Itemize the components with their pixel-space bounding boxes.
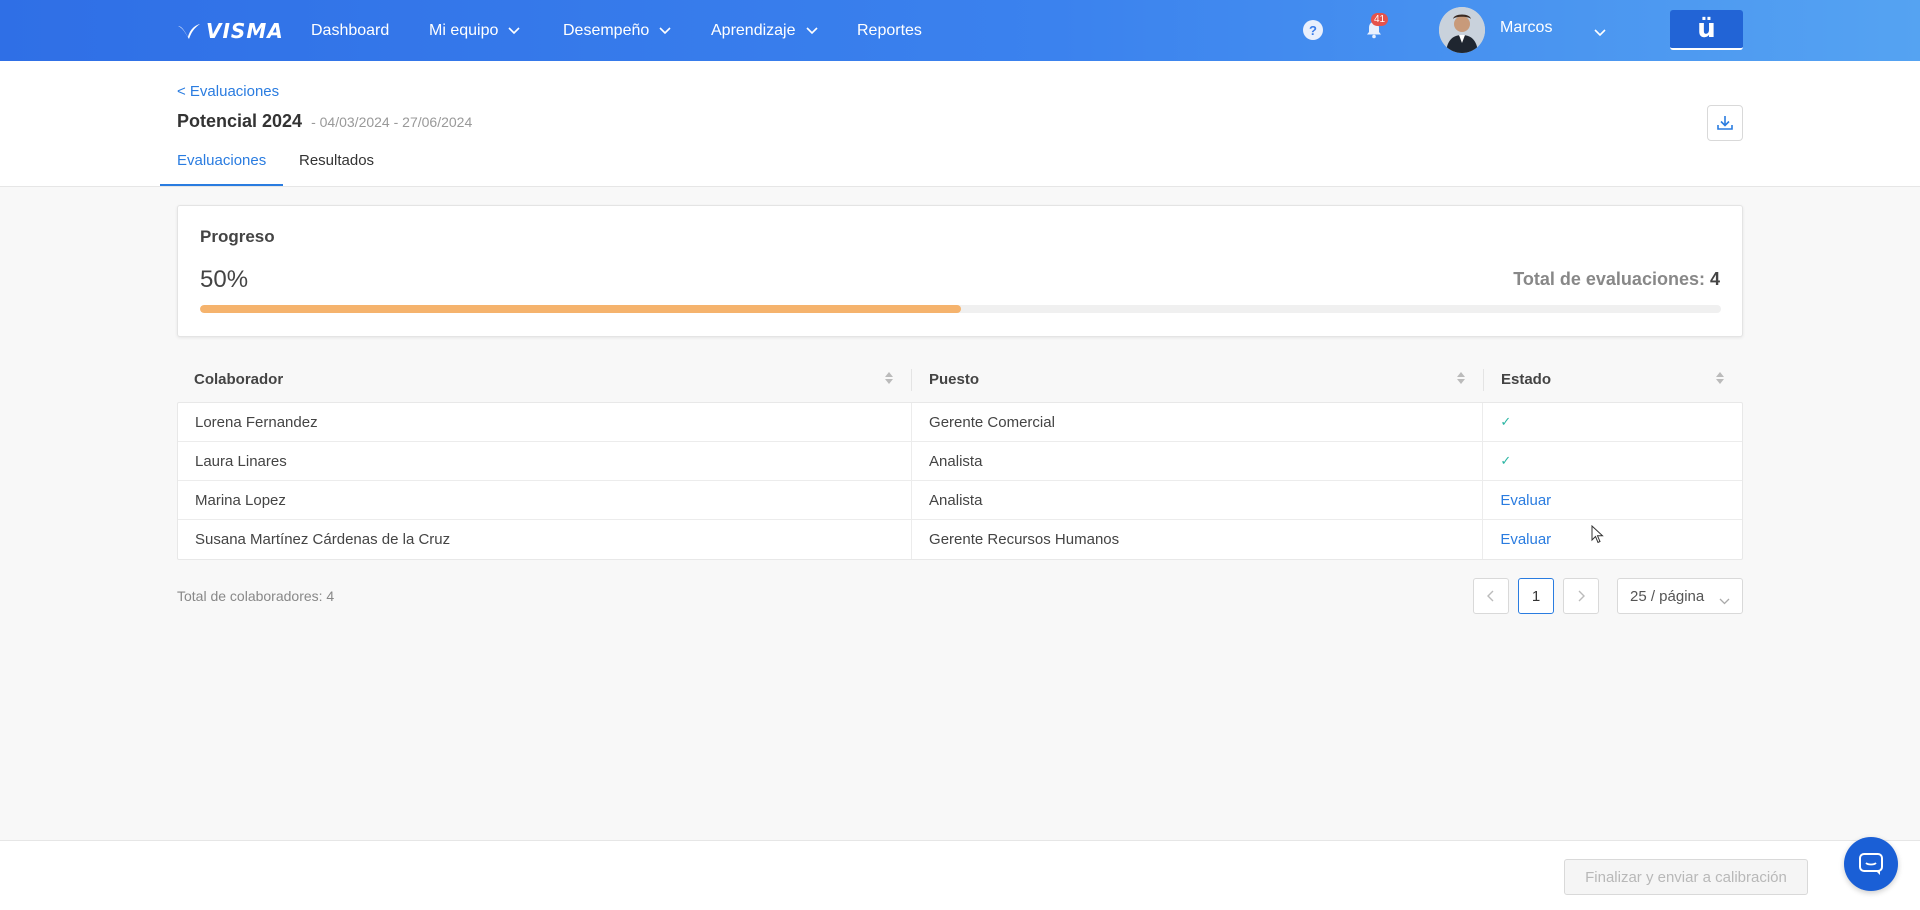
- user-name[interactable]: Marcos: [1500, 19, 1552, 37]
- cell-estado: ✓: [1483, 403, 1742, 441]
- sort-icon[interactable]: [1715, 370, 1725, 390]
- chevron-down-icon: [1719, 592, 1730, 609]
- cell-estado: Evaluar: [1483, 520, 1742, 559]
- chevron-down-icon: [508, 22, 520, 40]
- table-row: Marina Lopez Analista Evaluar: [178, 481, 1742, 520]
- cell-colaborador: Laura Linares: [178, 442, 913, 480]
- avatar[interactable]: [1439, 7, 1485, 53]
- chevron-down-icon: [805, 22, 818, 40]
- page-number-button[interactable]: 1: [1518, 578, 1554, 614]
- page-size-select[interactable]: 25 / página: [1617, 578, 1743, 614]
- total-evaluations-value: 4: [1709, 269, 1720, 289]
- total-collaborators: Total de colaboradores: 4: [177, 588, 335, 604]
- cell-puesto: Analista: [912, 481, 1484, 519]
- chevron-down-icon[interactable]: [1594, 24, 1606, 42]
- cell-estado: Evaluar: [1483, 481, 1742, 519]
- chevron-right-icon: [1578, 590, 1585, 602]
- evaluar-link[interactable]: Evaluar: [1500, 531, 1551, 548]
- table-header: Colaborador Puesto Estado: [177, 357, 1743, 402]
- column-label: Puesto: [929, 371, 980, 388]
- cell-puesto: Gerente Comercial: [912, 403, 1484, 441]
- progress-bar-track: [200, 305, 1721, 313]
- nav-reportes[interactable]: Reportes: [857, 0, 922, 61]
- cell-colaborador: Susana Martínez Cárdenas de la Cruz: [178, 520, 913, 559]
- tab-resultados[interactable]: Resultados: [299, 152, 374, 169]
- question-circle-icon[interactable]: ?: [1303, 20, 1323, 40]
- finalize-submit-button[interactable]: Finalizar y enviar a calibración: [1564, 859, 1808, 895]
- progress-card: Progreso 50% Total de evaluaciones: 4: [177, 205, 1743, 337]
- table-row: Susana Martínez Cárdenas de la Cruz Gere…: [178, 520, 1742, 559]
- back-link[interactable]: < Evaluaciones: [177, 83, 279, 100]
- nav-desempeno[interactable]: Desempeño: [563, 0, 671, 61]
- visma-logo-icon: [178, 24, 200, 39]
- nav-label: Mi equipo: [429, 21, 499, 39]
- column-header-puesto[interactable]: Puesto: [912, 357, 1484, 402]
- notification-badge: 41: [1371, 13, 1389, 26]
- nav-label: Aprendizaje: [711, 21, 796, 39]
- total-evaluations-label: Total de evaluaciones:: [1513, 269, 1705, 289]
- table-row: Laura Linares Analista ✓: [178, 442, 1742, 481]
- check-icon: ✓: [1500, 453, 1512, 468]
- cell-estado: ✓: [1483, 442, 1742, 480]
- cell-colaborador: Lorena Fernandez: [178, 403, 913, 441]
- progress-percent: 50%: [200, 266, 249, 293]
- progress-bar-fill: [200, 305, 961, 313]
- column-label: Estado: [1501, 371, 1552, 388]
- table-row: Lorena Fernandez Gerente Comercial ✓: [178, 403, 1742, 442]
- next-page-button[interactable]: [1563, 578, 1599, 614]
- progress-title: Progreso: [200, 227, 275, 246]
- evaluar-link[interactable]: Evaluar: [1500, 492, 1551, 509]
- sort-icon[interactable]: [884, 370, 894, 390]
- page-size-value: 25 / página: [1630, 587, 1705, 605]
- check-icon: ✓: [1500, 414, 1512, 429]
- top-navigation-bar: VISMA Dashboard Mi equipo Desempeño Apre…: [0, 0, 1920, 61]
- collaborators-table: Colaborador Puesto Estado Lorena Fernand…: [177, 357, 1743, 560]
- page-title: Potencial 2024 - 04/03/2024 - 27/06/2024: [177, 111, 472, 132]
- download-icon: [1717, 116, 1733, 130]
- column-label: Colaborador: [194, 371, 284, 388]
- column-header-estado[interactable]: Estado: [1484, 357, 1743, 402]
- chat-launcher-button[interactable]: [1844, 837, 1898, 891]
- tab-evaluaciones[interactable]: Evaluaciones: [177, 152, 266, 169]
- brand-name: VISMA: [206, 19, 284, 43]
- download-button[interactable]: [1707, 105, 1743, 141]
- column-header-colaborador[interactable]: Colaborador: [177, 357, 912, 402]
- mouse-cursor-icon: [1591, 524, 1605, 550]
- nav-mi-equipo[interactable]: Mi equipo: [429, 0, 520, 61]
- total-evaluations: Total de evaluaciones: 4: [1513, 269, 1720, 290]
- visma-logo[interactable]: VISMA: [176, 18, 284, 44]
- sort-icon[interactable]: [1456, 370, 1466, 390]
- evaluation-dates: - 04/03/2024 - 27/06/2024: [311, 114, 473, 130]
- evaluation-name: Potencial 2024: [177, 111, 303, 131]
- nav-dashboard[interactable]: Dashboard: [311, 0, 389, 61]
- nav-label: Desempeño: [563, 21, 650, 39]
- nav-aprendizaje[interactable]: Aprendizaje: [711, 0, 818, 61]
- app-switcher-button[interactable]: ü: [1670, 10, 1743, 50]
- chat-icon: [1859, 853, 1883, 875]
- active-tab-indicator: [160, 184, 283, 186]
- previous-page-button[interactable]: [1473, 578, 1509, 614]
- nav-label: Dashboard: [311, 21, 390, 39]
- table-body: Lorena Fernandez Gerente Comercial ✓ Lau…: [177, 402, 1743, 560]
- cell-puesto: Analista: [912, 442, 1484, 480]
- nav-label: Reportes: [857, 21, 922, 39]
- chevron-down-icon: [659, 22, 671, 40]
- cell-puesto: Gerente Recursos Humanos: [912, 520, 1484, 559]
- chevron-left-icon: [1487, 590, 1494, 602]
- cell-colaborador: Marina Lopez: [178, 481, 913, 519]
